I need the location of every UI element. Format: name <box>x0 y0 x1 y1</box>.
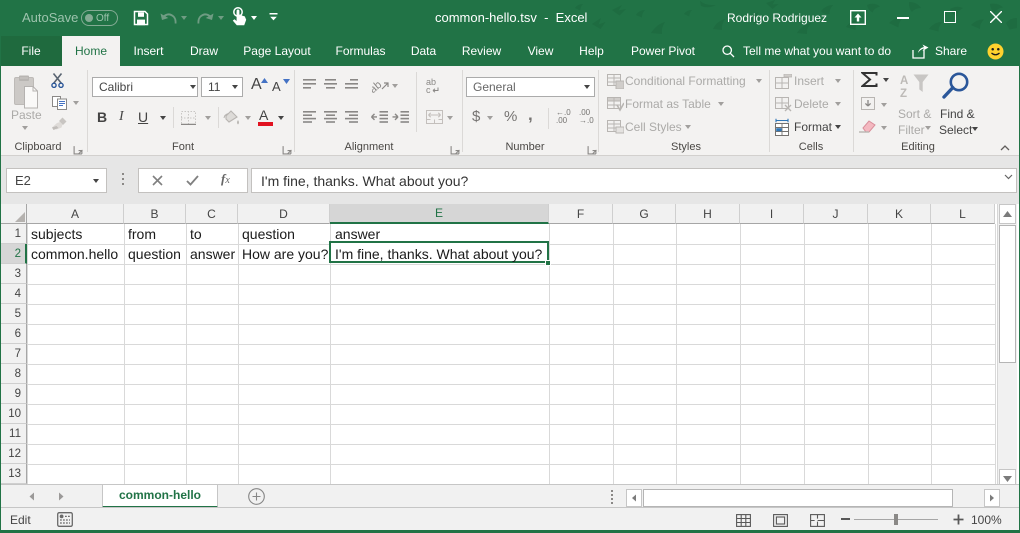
svg-text:c: c <box>426 85 431 94</box>
svg-text:Z: Z <box>900 88 907 99</box>
svg-text:ab: ab <box>372 79 384 93</box>
svg-text:A: A <box>900 75 908 87</box>
